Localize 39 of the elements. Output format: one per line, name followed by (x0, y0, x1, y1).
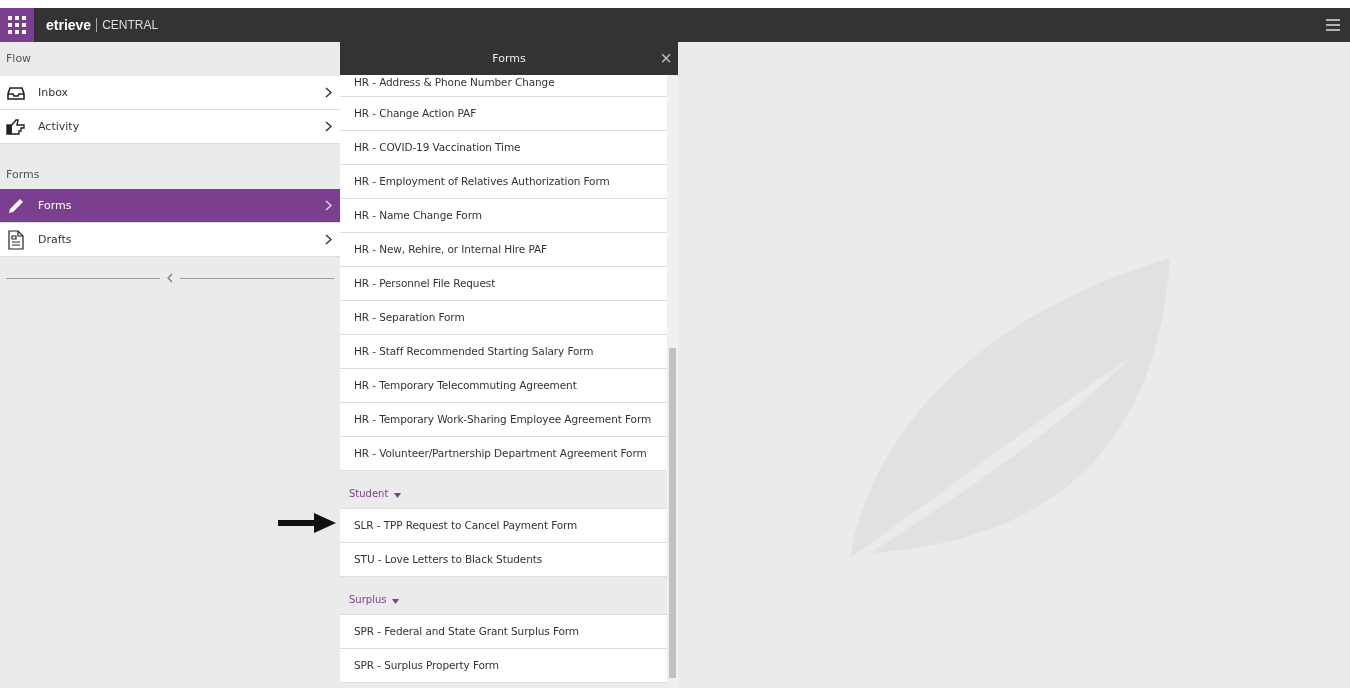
sidebar-item[interactable]: Forms (0, 189, 340, 223)
chevron-icon (325, 200, 332, 211)
form-item[interactable]: HR - Volunteer/Partnership Department Agreement Form (340, 437, 667, 471)
sidebar-item[interactable]: Inbox (0, 76, 340, 110)
form-item[interactable]: HR - New, Rehire, or Internal Hire PAF (340, 233, 667, 267)
form-item[interactable]: STU - Love Letters to Black Students (340, 543, 667, 577)
app-launcher-button[interactable] (0, 8, 34, 42)
sidebar-item[interactable]: Activity (0, 110, 340, 144)
menu-icon[interactable] (1326, 19, 1340, 31)
sidebar-item[interactable]: Drafts (0, 223, 340, 257)
form-item[interactable]: HR - Temporary Telecommuting Agreement (340, 369, 667, 403)
form-item[interactable]: HR - Staff Recommended Starting Salary Form (340, 335, 667, 369)
panel-title: Forms (492, 52, 526, 65)
form-item[interactable]: HR - Personnel File Request (340, 267, 667, 301)
collapse-icon[interactable] (166, 273, 174, 283)
form-item[interactable]: HR - Address & Phone Number Change (340, 75, 667, 97)
form-item[interactable]: SPR - Surplus Property Form (340, 649, 667, 683)
chevron-icon (325, 87, 332, 98)
section-heading: Forms (5, 167, 41, 183)
form-item[interactable]: HR - Change Action PAF (340, 97, 667, 131)
form-item[interactable]: HR - Separation Form (340, 301, 667, 335)
product-name: CENTRAL (102, 18, 159, 32)
close-button[interactable]: × (660, 48, 672, 68)
form-item[interactable]: HR - Name Change Form (340, 199, 667, 233)
document-icon (6, 229, 26, 250)
grid-icon (8, 16, 26, 34)
logo-text: etrieve (46, 17, 92, 33)
form-item[interactable]: SLR - TPP Request to Cancel Payment Form (340, 509, 667, 543)
arrow-icon (278, 512, 338, 534)
form-item[interactable]: HR - COVID-19 Vaccination Time (340, 131, 667, 165)
chevron-icon (325, 234, 332, 245)
form-item[interactable]: HR - Employment of Relatives Authorization Form (340, 165, 667, 199)
triangle-icon (392, 599, 400, 605)
triangle-icon (394, 493, 402, 499)
pointing-hand-icon (6, 116, 26, 137)
form-item[interactable]: SPR - Federal and State Grant Surplus Form (340, 615, 667, 649)
chevron-icon (325, 121, 332, 132)
form-item[interactable]: HR - Temporary Work-Sharing Employee Agreement Form (340, 403, 667, 437)
section-heading: Flow (5, 51, 33, 67)
